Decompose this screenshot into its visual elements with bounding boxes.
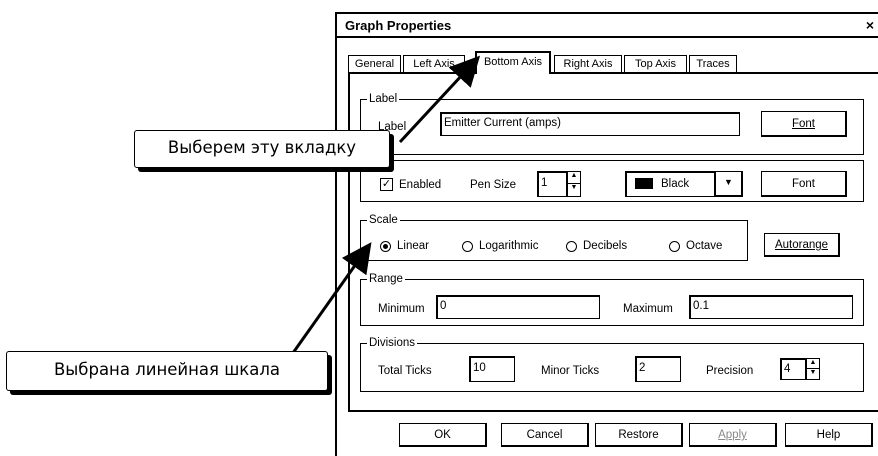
tab-hint-callout: Выберем эту вкладку <box>134 130 390 168</box>
scale-hint-callout: Выбрана линейная шкала <box>6 351 328 391</box>
scale-arrow <box>286 242 372 361</box>
tab-arrow <box>398 55 481 144</box>
